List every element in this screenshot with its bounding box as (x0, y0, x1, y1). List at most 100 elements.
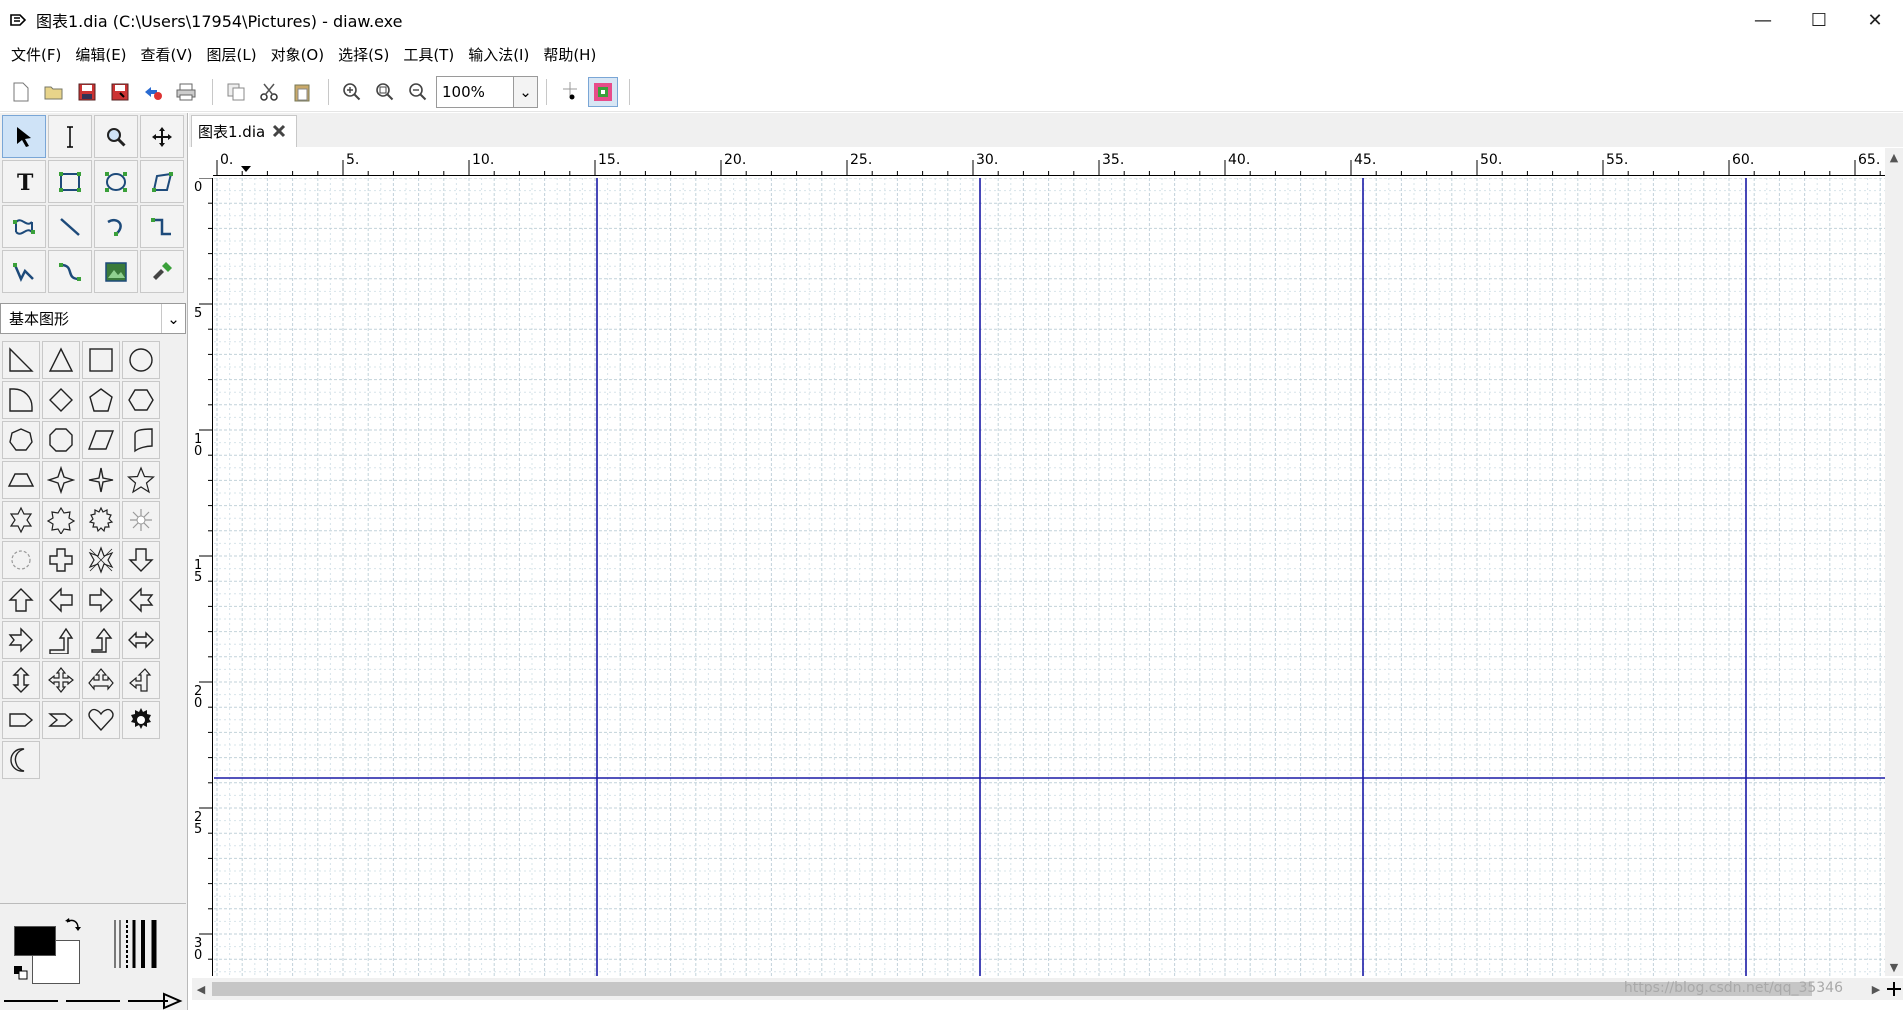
five-point-star-shape[interactable] (122, 461, 160, 499)
hexagon-shape[interactable] (122, 381, 160, 419)
image-tool[interactable] (94, 250, 138, 293)
parallelogram-shape[interactable] (82, 421, 120, 459)
curved-parallelogram-shape[interactable] (122, 421, 160, 459)
paste-icon[interactable] (287, 77, 317, 107)
save-icon[interactable] (72, 77, 102, 107)
rectangle-shape[interactable] (82, 341, 120, 379)
line-width-selector[interactable] (112, 918, 168, 974)
end-arrow-selector[interactable] (126, 992, 184, 1010)
document-tab[interactable]: 图表1.dia (191, 115, 297, 147)
corner-up-arrow-shape[interactable] (82, 621, 120, 659)
menu-file[interactable]: 文件(F) (4, 40, 68, 70)
bezier-line-tool[interactable] (48, 250, 92, 293)
text-edit-tool[interactable] (48, 115, 92, 158)
text-tool[interactable]: T (2, 160, 46, 203)
triangle-shape[interactable] (42, 341, 80, 379)
start-arrow-selector[interactable] (2, 992, 60, 1010)
seal-shape[interactable] (2, 541, 40, 579)
save-as-icon[interactable] (105, 77, 135, 107)
zigzag-line-tool[interactable] (140, 205, 184, 248)
diamond-shape[interactable] (42, 381, 80, 419)
right-arrow-notched-shape[interactable] (2, 621, 40, 659)
scroll-up-icon[interactable]: ▲ (1885, 148, 1903, 166)
four-point-star-shape[interactable] (42, 461, 80, 499)
open-folder-icon[interactable] (39, 77, 69, 107)
scroll-down-icon[interactable]: ▼ (1885, 958, 1903, 976)
chevron-down-icon[interactable]: ⌄ (161, 304, 185, 333)
vertical-scrollbar[interactable]: ▲ ▼ (1885, 148, 1903, 976)
heart-shape[interactable] (82, 701, 120, 739)
diagram-canvas[interactable] (214, 178, 1885, 976)
octagon-shape[interactable] (42, 421, 80, 459)
copy-icon[interactable] (221, 77, 251, 107)
close-tab-icon[interactable] (270, 122, 288, 140)
menu-select[interactable]: 选择(S) (331, 40, 396, 70)
menu-tools[interactable]: 工具(T) (396, 40, 461, 70)
seven-point-star-shape[interactable] (42, 501, 80, 539)
magnify-tool[interactable] (94, 115, 138, 158)
menu-input-methods[interactable]: 输入法(I) (461, 40, 536, 70)
pointer-tool[interactable] (2, 115, 46, 158)
pentagon-arrow-shape[interactable] (2, 701, 40, 739)
scroll-tool[interactable] (140, 115, 184, 158)
cross-shape[interactable] (42, 541, 80, 579)
moon-shape[interactable] (2, 741, 40, 779)
shape-sheet-selector[interactable]: 基本图形 ⌄ (0, 303, 186, 334)
minimize-button[interactable]: — (1735, 0, 1791, 40)
scroll-right-icon[interactable]: ▶ (1867, 980, 1885, 998)
zoom-dropdown-button[interactable]: ⌄ (514, 75, 538, 108)
trapezoid-shape[interactable] (2, 461, 40, 499)
left-arrow-notched-shape[interactable] (122, 581, 160, 619)
swap-colors-icon[interactable] (64, 916, 82, 938)
burst-star-shape[interactable] (122, 501, 160, 539)
right-triangle-shape[interactable] (2, 341, 40, 379)
pentagon-shape[interactable] (82, 381, 120, 419)
export-icon[interactable] (138, 77, 168, 107)
cut-icon[interactable] (254, 77, 284, 107)
left-right-up-arrow-shape[interactable] (82, 661, 120, 699)
zoom-fit-icon[interactable] (370, 77, 400, 107)
menu-objects[interactable]: 对象(O) (264, 40, 332, 70)
line-tool[interactable] (48, 205, 92, 248)
eight-point-star-shape[interactable] (82, 501, 120, 539)
print-icon[interactable] (171, 77, 201, 107)
menu-edit[interactable]: 编辑(E) (68, 40, 133, 70)
polyline-tool[interactable] (2, 250, 46, 293)
maximize-button[interactable]: ☐ (1791, 0, 1847, 40)
compass-star-shape[interactable] (82, 541, 120, 579)
six-point-star-shape[interactable] (2, 501, 40, 539)
foreground-color-swatch[interactable] (14, 926, 56, 956)
circle-shape[interactable] (122, 341, 160, 379)
right-arrow-shape[interactable] (82, 581, 120, 619)
left-up-arrow-shape[interactable] (122, 661, 160, 699)
chevron-shape[interactable] (42, 701, 80, 739)
scroll-left-icon[interactable]: ◀ (192, 980, 210, 998)
horizontal-scroll-thumb[interactable] (212, 982, 1812, 996)
navigation-icon[interactable] (1885, 978, 1903, 1000)
close-window-button[interactable]: ✕ (1847, 0, 1903, 40)
zoom-out-icon[interactable] (403, 77, 433, 107)
box-tool[interactable] (48, 160, 92, 203)
object-snapping-icon[interactable] (588, 76, 618, 107)
line-style-selector[interactable] (64, 992, 122, 1010)
default-colors-icon[interactable] (14, 966, 28, 984)
quad-arrow-shape[interactable] (42, 661, 80, 699)
heptagon-shape[interactable] (2, 421, 40, 459)
new-file-icon[interactable] (6, 77, 36, 107)
zoom-combobox[interactable]: 100% (436, 75, 514, 108)
outline-tool[interactable] (140, 250, 184, 293)
up-arrow-shape[interactable] (2, 581, 40, 619)
zoom-in-icon[interactable] (337, 77, 367, 107)
four-point-star-thin-shape[interactable] (82, 461, 120, 499)
polygon-tool[interactable] (140, 160, 184, 203)
quarter-circle-shape[interactable] (2, 381, 40, 419)
bent-up-arrow-shape[interactable] (42, 621, 80, 659)
arc-tool[interactable] (94, 205, 138, 248)
up-down-arrow-shape[interactable] (2, 661, 40, 699)
menu-layers[interactable]: 图层(L) (200, 40, 264, 70)
left-arrow-shape[interactable] (42, 581, 80, 619)
menu-view[interactable]: 查看(V) (134, 40, 200, 70)
left-right-arrow-shape[interactable] (122, 621, 160, 659)
menu-help[interactable]: 帮助(H) (536, 40, 603, 70)
down-arrow-shape[interactable] (122, 541, 160, 579)
